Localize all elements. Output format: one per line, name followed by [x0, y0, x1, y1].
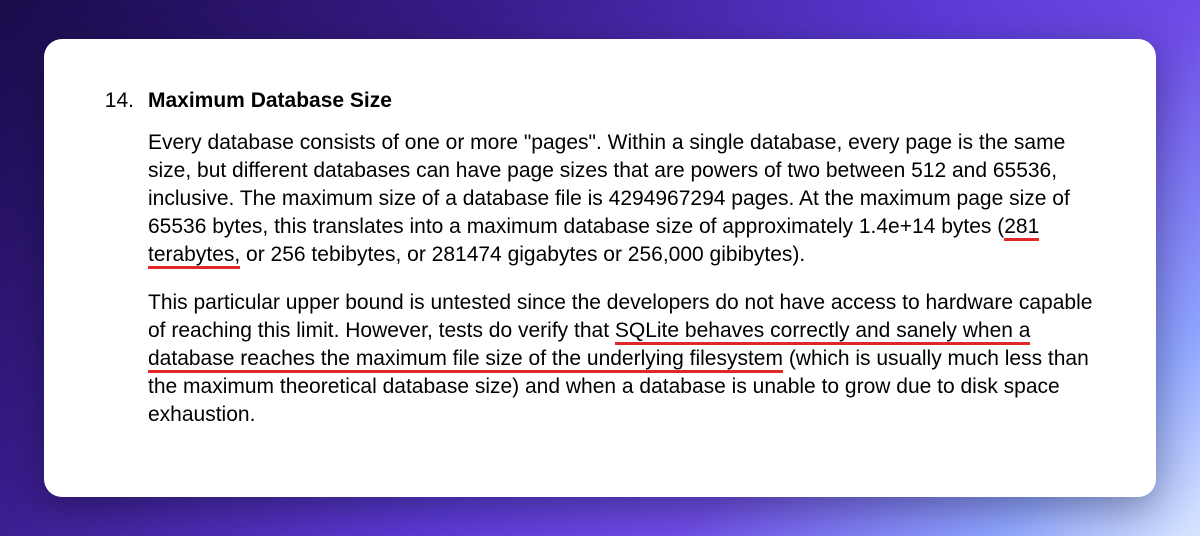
paragraph-2: This particular upper bound is untested …: [148, 289, 1102, 429]
item-number: 14.: [98, 87, 148, 115]
document-card: 14. Maximum Database Size Every database…: [44, 39, 1156, 497]
list-item: 14. Maximum Database Size Every database…: [98, 87, 1102, 449]
section-title: Maximum Database Size: [148, 87, 1102, 115]
item-content: Maximum Database Size Every database con…: [148, 87, 1102, 449]
paragraph-1: Every database consists of one or more "…: [148, 129, 1102, 269]
p1-text-b: or 256 tebibytes, or 281474 gigabytes or…: [240, 243, 805, 266]
p1-text-a: Every database consists of one or more "…: [148, 131, 1070, 238]
